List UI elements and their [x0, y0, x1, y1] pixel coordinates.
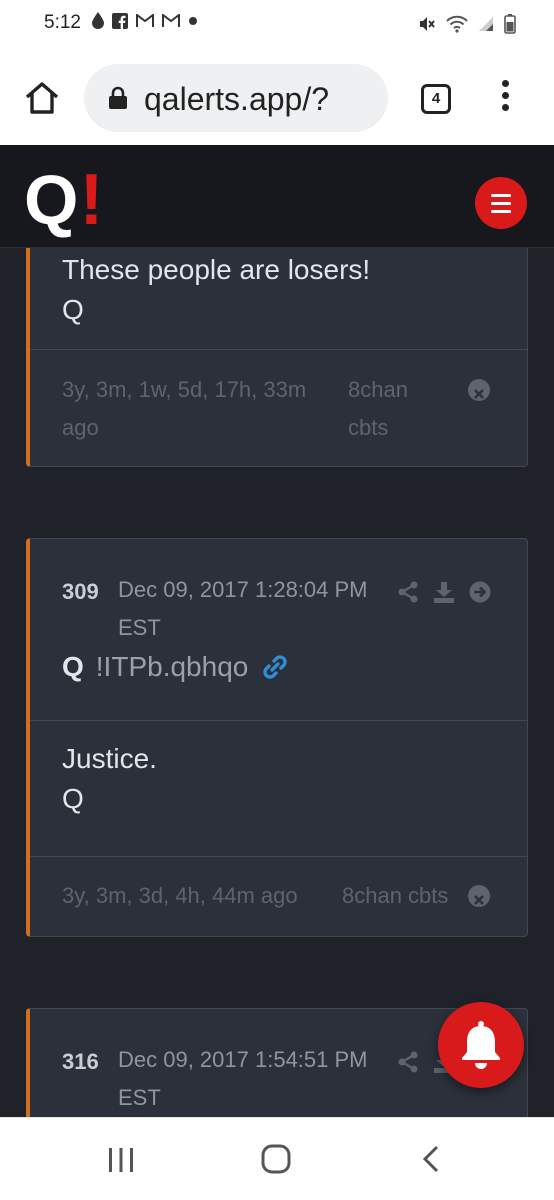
- arrow-right-circle-icon[interactable]: [469, 581, 491, 603]
- close-icon[interactable]: [468, 885, 490, 907]
- post-footer: 3y, 3m, 1w, 5d, 17h, 33m ago 8chan cbts: [30, 350, 527, 466]
- system-nav-bar: [0, 1117, 554, 1200]
- bell-icon: [462, 1021, 500, 1069]
- post-age: 3y, 3m, 1w, 5d, 17h, 33m ago: [62, 377, 307, 440]
- share-icon[interactable]: [397, 581, 419, 603]
- dot-icon: [189, 16, 197, 25]
- post-body: These people are losers! Q: [30, 248, 527, 350]
- author-name: Q: [62, 651, 84, 682]
- post-body: Justice. Q: [30, 720, 527, 857]
- share-icon[interactable]: [397, 1051, 419, 1073]
- back-icon[interactable]: [420, 1144, 442, 1174]
- post-body-line: These people are losers!: [62, 254, 371, 285]
- post-author: Q !ITPb.qbhqo: [62, 651, 290, 683]
- tab-switcher-button[interactable]: 4: [421, 84, 451, 114]
- post-number[interactable]: 309: [62, 579, 99, 605]
- battery-icon: [504, 14, 516, 34]
- post-source[interactable]: 8chan cbts: [342, 877, 448, 915]
- logo-mark: !: [79, 160, 104, 240]
- browser-toolbar: qalerts.app/? 4: [0, 50, 554, 145]
- system-icons: [418, 14, 516, 34]
- logo-letter: Q: [24, 161, 78, 239]
- facebook-icon: [112, 12, 128, 29]
- post-source[interactable]: 8chan cbts: [348, 371, 438, 447]
- status-time: 5:12: [44, 12, 81, 33]
- post-number[interactable]: 316: [62, 1049, 99, 1075]
- hamburger-menu-button[interactable]: [475, 177, 527, 229]
- signal-icon: [479, 17, 493, 31]
- post-age: 3y, 3m, 3d, 4h, 44m ago: [62, 883, 298, 908]
- wifi-icon: [446, 15, 468, 33]
- tripcode: !ITPb.qbhqo: [95, 651, 249, 682]
- notifications-button[interactable]: [438, 1002, 524, 1088]
- post-card: These people are losers! Q 3y, 3m, 1w, 5…: [26, 248, 528, 467]
- link-icon[interactable]: [260, 652, 290, 682]
- home-icon[interactable]: [22, 78, 62, 118]
- drop-icon: [92, 12, 104, 29]
- home-nav-icon[interactable]: [261, 1144, 291, 1174]
- status-bar: 5:12: [0, 0, 554, 50]
- post-body-line: Justice.: [62, 743, 157, 774]
- post-body-line: Q: [62, 783, 84, 814]
- url-text: qalerts.app/?: [144, 81, 330, 117]
- close-icon[interactable]: [468, 379, 490, 401]
- notification-icons: [92, 12, 198, 29]
- post-date: Dec 09, 2017 1:54:51 PM EST: [118, 1047, 368, 1110]
- post-header: 309 Dec 09, 2017 1:28:04 PM EST Q !ITPb.…: [30, 539, 527, 720]
- address-bar[interactable]: qalerts.app/?: [84, 64, 388, 132]
- post-footer: 3y, 3m, 3d, 4h, 44m ago 8chan cbts: [30, 857, 527, 936]
- recent-apps-icon[interactable]: [106, 1146, 136, 1174]
- site-header: Q !: [0, 145, 554, 248]
- post-actions: [397, 581, 491, 603]
- post-body-line: Q: [62, 294, 84, 325]
- lock-icon: [109, 86, 127, 109]
- browser-menu-icon[interactable]: [498, 80, 512, 120]
- post-feed: These people are losers! Q 3y, 3m, 1w, 5…: [0, 248, 554, 1117]
- gmail-icon: [136, 13, 154, 27]
- gmail-icon-2: [162, 13, 180, 27]
- mute-icon: [420, 17, 435, 31]
- post-date: Dec 09, 2017 1:28:04 PM EST: [118, 577, 368, 640]
- post-card: 309 Dec 09, 2017 1:28:04 PM EST Q !ITPb.…: [26, 538, 528, 937]
- download-icon[interactable]: [433, 581, 455, 603]
- site-logo[interactable]: Q !: [24, 160, 104, 240]
